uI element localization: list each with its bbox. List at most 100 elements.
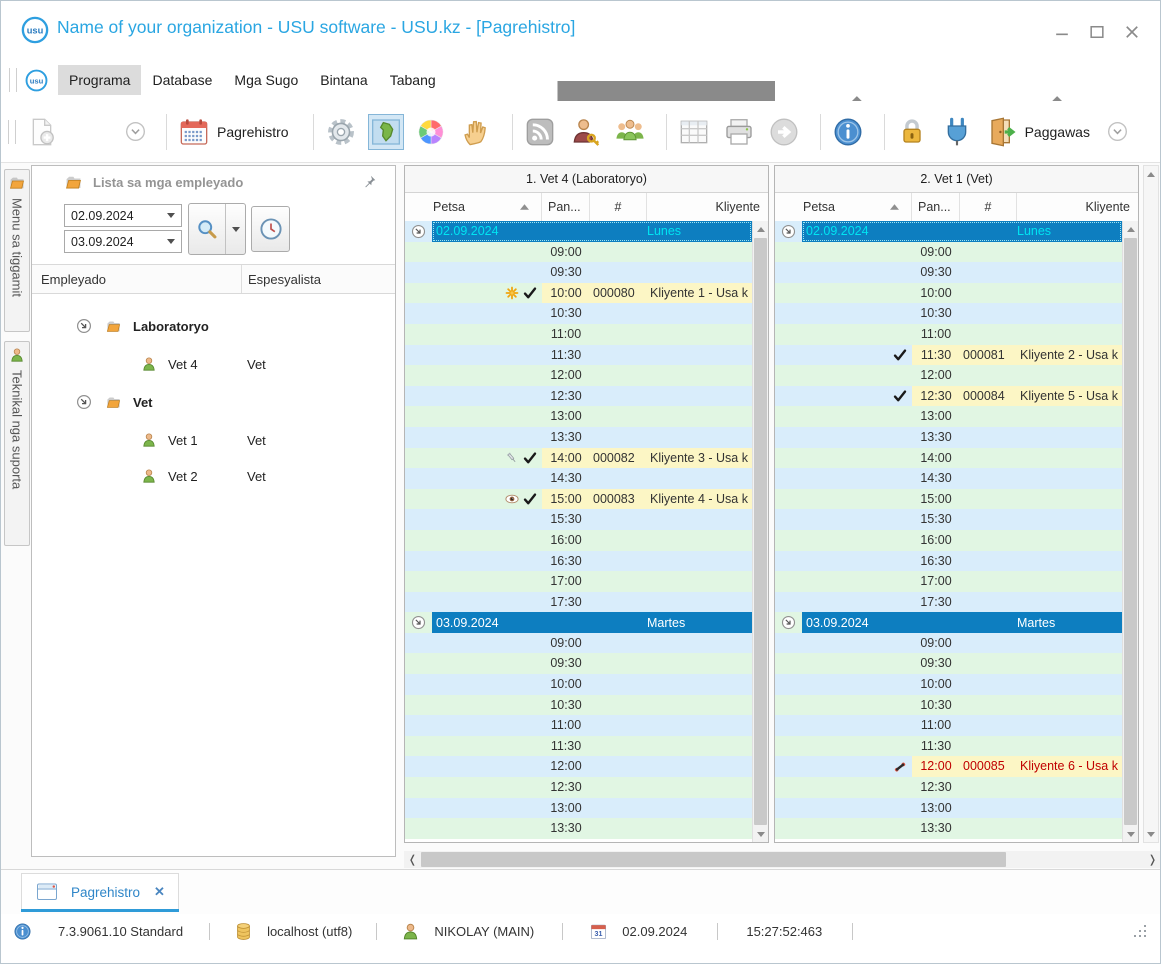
time-slot-row[interactable]: 13:30 — [775, 426, 1122, 448]
time-slot-row[interactable]: 11:00 — [405, 715, 752, 736]
print-button[interactable] — [721, 114, 757, 150]
sidebar-tab-menu-sa-tiggamit[interactable]: Menu sa tiggamit — [4, 169, 30, 332]
drag-mode-button[interactable] — [458, 114, 494, 150]
horizontal-scroll-thumb[interactable] — [421, 852, 1006, 867]
lock-button[interactable] — [894, 114, 930, 150]
time-slot-row[interactable]: 11:30 — [775, 735, 1122, 757]
table-button[interactable] — [676, 114, 712, 150]
page-vertical-scrollbar[interactable] — [1143, 165, 1159, 843]
column-header-number[interactable]: # — [960, 193, 1017, 221]
new-dropdown-button[interactable] — [123, 119, 148, 144]
database-icon[interactable] — [234, 922, 253, 941]
tab-close-icon[interactable]: ✕ — [154, 884, 165, 900]
time-slot-row[interactable]: 11:00 — [775, 715, 1122, 736]
employee-row[interactable]: Vet 1 Vet — [32, 422, 395, 458]
time-slot-row[interactable]: 17:30 — [405, 591, 752, 613]
date-from-select[interactable]: 02.09.2024 — [64, 204, 182, 227]
register-button[interactable]: Pagrehistro — [176, 114, 295, 150]
time-slot-row[interactable]: 10:30 — [405, 303, 752, 324]
settings-button[interactable] — [323, 114, 359, 150]
column-header-empleyado[interactable]: Empleyado — [32, 265, 242, 293]
time-slot-row[interactable]: 09:00 — [775, 241, 1122, 263]
schedule-time-button[interactable] — [251, 206, 290, 252]
time-slot-row[interactable]: 16:00 — [775, 529, 1122, 551]
time-slot-row[interactable]: 16:30 — [405, 550, 752, 572]
exit-button[interactable]: Paggawas — [984, 114, 1096, 150]
time-slot-row[interactable]: 13:30 — [775, 818, 1122, 839]
appointment-row[interactable]: 12:30 000084 Kliyente 5 - Usa k — [775, 385, 1122, 407]
time-slot-row[interactable]: 11:00 — [405, 323, 752, 345]
date-to-select[interactable]: 03.09.2024 — [64, 230, 182, 253]
column-header-espesyalista[interactable]: Espesyalista — [242, 265, 395, 293]
employee-row[interactable]: Vet 2 Vet — [32, 458, 395, 494]
time-slot-row[interactable]: 13:00 — [405, 797, 752, 819]
appointment-row[interactable]: 15:00 000083 Kliyente 4 - Usa k — [405, 488, 752, 510]
time-slot-row[interactable]: 15:00 — [775, 488, 1122, 510]
time-slot-row[interactable]: 15:30 — [405, 509, 752, 530]
panel-vertical-scrollbar[interactable] — [1122, 221, 1138, 842]
resize-grip-icon[interactable] — [1132, 923, 1148, 939]
time-slot-row[interactable]: 10:00 — [775, 282, 1122, 304]
time-slot-row[interactable]: 16:30 — [775, 550, 1122, 572]
time-slot-row[interactable]: 12:30 — [405, 385, 752, 407]
time-slot-row[interactable]: 10:30 — [775, 694, 1122, 716]
column-header-panahon[interactable]: Pan... — [912, 193, 960, 221]
vertical-scroll-thumb[interactable] — [1124, 238, 1137, 825]
time-slot-row[interactable]: 09:30 — [775, 653, 1122, 675]
scroll-up-icon[interactable] — [753, 221, 768, 237]
minimize-icon[interactable] — [1054, 25, 1070, 39]
time-slot-row[interactable]: 11:30 — [405, 735, 752, 757]
column-header-petsa[interactable]: Petsa — [775, 193, 912, 221]
scroll-right-icon[interactable]: ❭ — [1144, 851, 1160, 868]
date-row[interactable]: 02.09.2024 Lunes — [775, 221, 1122, 242]
appointment-row[interactable]: 12:00 000085 Kliyente 6 - Usa k — [775, 756, 1122, 778]
menu-item-programa[interactable]: Programa — [58, 65, 142, 95]
time-slot-row[interactable]: 09:30 — [775, 262, 1122, 283]
time-slot-row[interactable]: 14:30 — [775, 468, 1122, 489]
time-slot-row[interactable]: 13:00 — [775, 406, 1122, 427]
new-document-button[interactable] — [24, 114, 60, 150]
toolbar-overflow-button[interactable] — [1105, 119, 1130, 144]
expand-circle-icon[interactable] — [781, 224, 796, 239]
date-row[interactable]: 03.09.2024 Martes — [405, 612, 752, 633]
time-slot-row[interactable]: 12:30 — [775, 777, 1122, 798]
tab-pagrehistro[interactable]: Pagrehistro ✕ — [21, 873, 179, 910]
calendar-day-icon[interactable]: 31 — [589, 922, 608, 941]
maximize-icon[interactable] — [1089, 25, 1105, 39]
time-slot-row[interactable]: 09:00 — [775, 632, 1122, 654]
tree-group-row[interactable]: Vet — [32, 382, 395, 422]
time-slot-row[interactable]: 11:30 — [405, 344, 752, 366]
time-slot-row[interactable]: 13:00 — [775, 797, 1122, 819]
employee-row[interactable]: Vet 4 Vet — [32, 346, 395, 382]
column-header-petsa[interactable]: Petsa — [405, 193, 542, 221]
connection-button[interactable] — [939, 114, 975, 150]
time-slot-row[interactable]: 17:00 — [405, 571, 752, 592]
time-slot-row[interactable]: 10:00 — [775, 674, 1122, 695]
date-row[interactable]: 02.09.2024 Lunes — [405, 221, 752, 242]
expand-circle-icon[interactable] — [411, 615, 426, 630]
scroll-down-icon[interactable] — [1144, 826, 1158, 842]
toolbar-grip2[interactable] — [8, 119, 16, 144]
tree-group-row[interactable]: Laboratoryo — [32, 306, 395, 346]
map-button[interactable] — [367, 113, 404, 150]
appointment-row[interactable]: 11:30 000081 Kliyente 2 - Usa k — [775, 344, 1122, 366]
time-slot-row[interactable]: 09:30 — [405, 653, 752, 675]
time-slot-row[interactable]: 13:30 — [405, 426, 752, 448]
date-row[interactable]: 03.09.2024 Martes — [775, 612, 1122, 633]
time-slot-row[interactable]: 15:30 — [775, 509, 1122, 530]
scroll-down-icon[interactable] — [753, 826, 768, 842]
info-button[interactable] — [830, 114, 866, 150]
scroll-up-icon[interactable] — [1144, 166, 1158, 182]
time-slot-row[interactable]: 17:30 — [775, 591, 1122, 613]
close-icon[interactable] — [1124, 25, 1140, 39]
sidebar-tab-teknikal-nga-suporta[interactable]: Teknikal nga suporta — [4, 341, 30, 546]
time-slot-row[interactable]: 14:00 — [775, 447, 1122, 469]
time-slot-row[interactable]: 09:30 — [405, 262, 752, 283]
time-slot-row[interactable]: 16:00 — [405, 529, 752, 551]
expand-circle-icon[interactable] — [781, 615, 796, 630]
appointment-row[interactable]: 10:00 000080 Kliyente 1 - Usa k — [405, 282, 752, 304]
time-slot-row[interactable]: 17:00 — [775, 571, 1122, 592]
scroll-left-icon[interactable]: ❬ — [404, 851, 421, 868]
colors-button[interactable] — [413, 114, 449, 150]
forward-button[interactable] — [766, 114, 802, 150]
